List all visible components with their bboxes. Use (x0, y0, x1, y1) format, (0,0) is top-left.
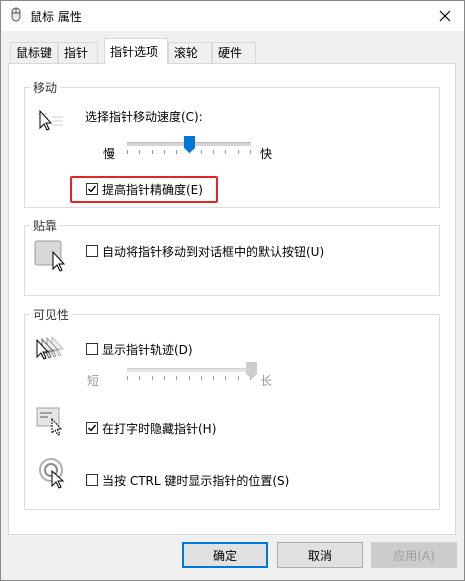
hide-while-typing-checkbox[interactable] (86, 422, 98, 434)
ctrl-locate-label[interactable]: 当按 CTRL 键时显示指针的位置(S) (102, 472, 289, 489)
slider-tick (127, 376, 128, 380)
trail-slider-thumb[interactable] (246, 362, 257, 380)
slider-tick (127, 150, 128, 154)
speed-slider-thumb[interactable] (184, 136, 195, 154)
snap-group (24, 225, 440, 296)
slider-tick (139, 376, 140, 380)
snap-to-icon (34, 240, 66, 272)
close-icon (439, 10, 451, 21)
ctrl-locate-pointer-icon (39, 458, 65, 489)
slider-tick (176, 376, 177, 380)
trails-checkbox[interactable] (86, 343, 98, 355)
slider-tick (152, 376, 153, 380)
slider-tick (189, 376, 190, 380)
mouse-icon (11, 7, 21, 22)
checkmark-icon (88, 185, 97, 193)
slider-tick (139, 150, 140, 154)
slider-tick (164, 376, 165, 380)
slider-tick (213, 376, 214, 380)
slider-tick (225, 376, 226, 380)
pointer-trails-icon (36, 335, 65, 360)
speed-label: 选择指针移动速度(C): (85, 110, 203, 124)
slider-tick (250, 150, 251, 154)
precision-label[interactable]: 提高指针精确度(E) (102, 181, 203, 198)
hide-pointer-icon (36, 407, 63, 436)
snap-label[interactable]: 自动将指针移动到对话框中的默认按钮(U) (102, 243, 324, 260)
tab-buttons[interactable]: 鼠标键 (10, 42, 58, 63)
ok-button[interactable]: 确定 (182, 542, 268, 568)
slider-tick (152, 150, 153, 154)
fast-label: 快 (260, 147, 273, 161)
tab-pointers[interactable]: 指针 (58, 42, 98, 63)
tab-pointer-options[interactable]: 指针选项 (104, 38, 168, 64)
slow-label: 慢 (103, 147, 116, 161)
slider-tick (201, 150, 202, 154)
slider-tick (238, 376, 239, 380)
checkmark-icon (88, 424, 97, 432)
tab-hardware[interactable]: 硬件 (212, 42, 256, 63)
short-label: 短 (87, 374, 100, 388)
slider-tick (201, 376, 202, 380)
motion-group-label: 移动 (30, 79, 61, 96)
slider-tick (213, 150, 214, 154)
precision-checkbox[interactable] (86, 183, 98, 195)
close-button[interactable] (425, 0, 465, 31)
apply-button[interactable]: 应用(A) (371, 542, 457, 568)
slider-tick (164, 150, 165, 154)
trail-slider-ticks (127, 376, 251, 380)
title-bar: 鼠标 属性 (0, 0, 465, 31)
slider-tick (176, 150, 177, 154)
long-label: 长 (260, 374, 273, 388)
hide-while-typing-label[interactable]: 在打字时隐藏指针(H) (102, 420, 216, 437)
snap-checkbox[interactable] (86, 245, 98, 257)
ctrl-locate-checkbox[interactable] (86, 474, 98, 486)
slider-tick (225, 150, 226, 154)
visibility-group-label: 可见性 (30, 306, 73, 323)
tab-wheel[interactable]: 滚轮 (168, 42, 212, 63)
trails-label[interactable]: 显示指针轨迹(D) (102, 341, 193, 358)
trail-slider-track[interactable] (127, 368, 251, 372)
cancel-button[interactable]: 取消 (277, 542, 363, 568)
window-title: 鼠标 属性 (30, 10, 82, 24)
pointer-speed-icon (38, 109, 63, 131)
slider-tick (238, 150, 239, 154)
snap-group-label: 贴靠 (30, 217, 61, 234)
